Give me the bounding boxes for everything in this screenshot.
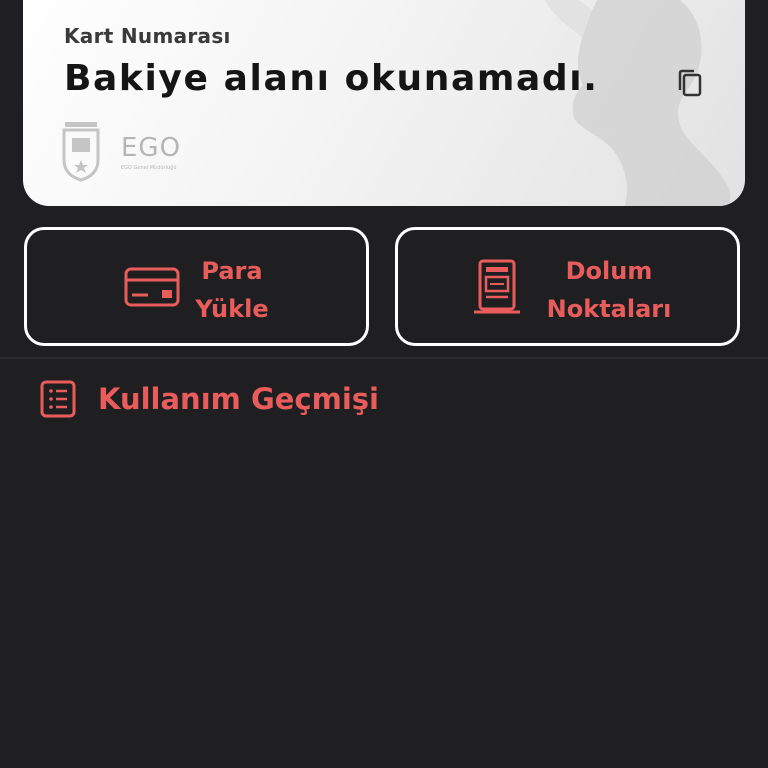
usage-history-label: Kullanım Geçmişi	[98, 382, 379, 416]
ankara-logo	[62, 122, 100, 182]
balance-message: Bakiye alanı okunamadı.	[64, 58, 599, 99]
load-money-label: Para Yükle	[195, 257, 269, 323]
credit-card-icon	[124, 267, 180, 306]
ego-logo: EGO EGO Genel Müdürlüğü	[121, 133, 182, 171]
load-money-button[interactable]: Para Yükle	[24, 227, 369, 346]
section-divider	[0, 357, 768, 359]
copy-icon[interactable]	[676, 68, 704, 98]
atm-kiosk-icon	[474, 259, 520, 313]
ankarakart-card: Kart Numarası Bakiye alanı okunamadı. EG…	[23, 0, 745, 206]
list-icon	[40, 380, 76, 418]
usage-history-row[interactable]: Kullanım Geçmişi	[40, 378, 440, 420]
top-up-points-label: Dolum Noktaları	[546, 257, 672, 323]
portrait-watermark-icon	[545, 0, 730, 206]
top-up-points-button[interactable]: Dolum Noktaları	[395, 227, 740, 346]
card-number-label: Kart Numarası	[64, 24, 231, 48]
app-screen: Kart Numarası Bakiye alanı okunamadı. EG…	[0, 0, 768, 768]
